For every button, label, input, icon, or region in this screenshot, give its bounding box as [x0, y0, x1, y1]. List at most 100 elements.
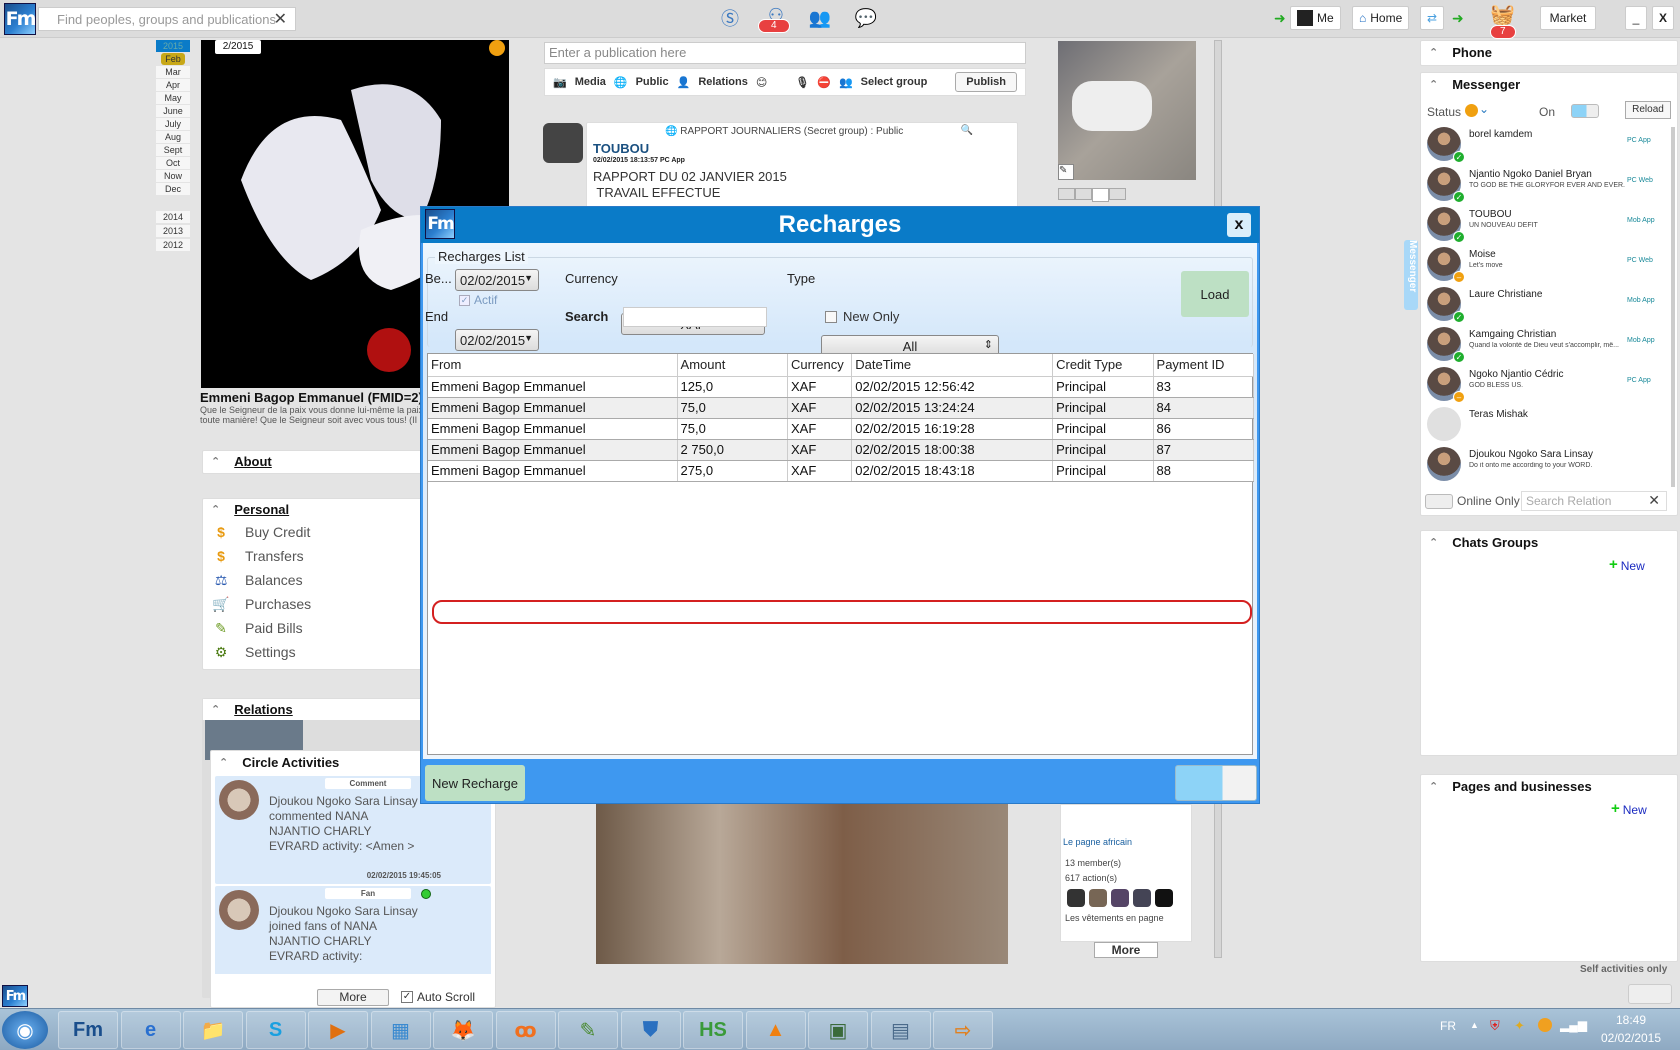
reload-button[interactable]: Reload [1625, 101, 1671, 119]
new-recharge-button[interactable]: New Recharge [425, 765, 525, 801]
timeline-month-sept[interactable]: Sept [156, 144, 190, 156]
feed-image[interactable] [596, 804, 1008, 964]
pager-dot-active[interactable] [1092, 188, 1109, 202]
actif-checkbox[interactable]: ✓ Actif [459, 293, 497, 307]
taskbar-xampp-icon[interactable]: ꝏ [495, 1011, 556, 1049]
column-header-datetime[interactable]: DateTime [851, 354, 1054, 377]
clock-time[interactable]: 18:49 [1606, 1013, 1656, 1027]
back-arrow-icon[interactable]: ➜ [1274, 10, 1286, 27]
online-toggle[interactable] [1571, 104, 1599, 118]
activity-avatar[interactable] [219, 890, 259, 930]
taskbar-editor-icon[interactable]: ✎ [558, 1011, 618, 1049]
feed-photo[interactable]: ✎ [1058, 41, 1196, 180]
group-icon[interactable]: 👥 [839, 76, 853, 89]
column-header-credit-type[interactable]: Credit Type [1052, 354, 1154, 377]
table-row[interactable]: Emmeni Bagop Emmanuel 75,0 XAF 02/02/2015 1… [428, 397, 1255, 419]
taskbar-fm-icon[interactable]: Fm [58, 1011, 118, 1049]
column-header-payment-id[interactable]: Payment ID [1153, 354, 1255, 377]
contact-avatar[interactable] [1427, 447, 1461, 481]
contact-item[interactable]: Teras Mishak [1423, 405, 1663, 445]
dialog-title-bar[interactable]: Fm Recharges x [421, 207, 1259, 243]
emoji-icon[interactable]: 😊 [756, 76, 767, 89]
contact-item[interactable]: ✓ Njantio Ngoko Daniel Bryan TO GOD BE THE… [1423, 165, 1663, 205]
new-only-checkbox[interactable]: New Only [825, 309, 899, 324]
timeline-year-2012[interactable]: 2012 [156, 239, 190, 251]
collapse-icon[interactable]: ⌃ [1429, 78, 1438, 91]
collapse-icon[interactable]: ⌃ [1429, 780, 1438, 793]
post-author[interactable]: TOUBOU [593, 141, 649, 156]
personal-menu-settings[interactable]: ⚙ Settings [203, 640, 421, 664]
personal-menu-transfers[interactable]: $ Transfers [203, 544, 421, 568]
personal-title[interactable]: Personal [234, 502, 289, 517]
clear-search-icon[interactable]: ✕ [1648, 492, 1660, 509]
taskbar-start-button[interactable]: ◉ [2, 1011, 48, 1049]
column-header-from[interactable]: From [428, 354, 678, 377]
collapse-icon[interactable]: ⌃ [211, 455, 220, 468]
block-icon[interactable]: ⛔ [817, 76, 831, 89]
skype-status-icon[interactable]: Ⓢ [716, 4, 744, 32]
checkbox-checked-icon[interactable]: ✓ [401, 991, 413, 1003]
contact-item[interactable]: ✓ Laure Christiane Mob App [1423, 285, 1663, 325]
market-button[interactable]: Market [1540, 6, 1596, 30]
table-row[interactable]: Emmeni Bagop Emmanuel 125,0 XAF 02/02/2015 … [428, 376, 1255, 398]
cart-icon[interactable]: 🧺 [1490, 2, 1515, 27]
pager-dot[interactable] [1058, 188, 1075, 200]
app-tray-icon[interactable] [1538, 1018, 1552, 1032]
taskbar-internet-explorer-icon[interactable]: e [120, 1011, 181, 1049]
timeline-month-oct[interactable]: Oct [156, 157, 190, 169]
timeline-month-dec[interactable]: Dec [156, 183, 190, 195]
contact-avatar[interactable] [1427, 407, 1461, 441]
collapse-icon[interactable]: ⌃ [1429, 46, 1438, 59]
taskbar-media-player-icon[interactable]: ▶ [308, 1011, 368, 1049]
auto-scroll-checkbox[interactable]: ✓ Auto Scroll [401, 990, 475, 1004]
chats-groups-header[interactable]: ⌃ Chats Groups [1421, 531, 1677, 554]
sync-button[interactable]: ⇄ [1420, 6, 1445, 30]
away-status-icon[interactable] [1465, 104, 1478, 117]
search-input[interactable] [623, 307, 767, 327]
activity-avatar[interactable] [219, 780, 259, 820]
dialog-toggle[interactable] [1175, 765, 1257, 801]
public-button[interactable]: Public [636, 76, 669, 88]
chat-icon[interactable]: 💬 [852, 4, 880, 32]
search-relation-input[interactable]: Search Relation ✕ [1521, 491, 1667, 511]
timeline-month-aug[interactable]: Aug [156, 131, 190, 143]
member-avatar[interactable] [1111, 889, 1129, 907]
publish-button[interactable]: Publish [955, 72, 1017, 92]
pager-dot[interactable] [1109, 188, 1126, 200]
clear-search-icon[interactable]: ✕ [274, 9, 287, 29]
end-date-picker[interactable]: 02/02/2015 ▼ [455, 329, 539, 351]
table-row[interactable]: Emmeni Bagop Emmanuel 275,0 XAF 02/02/2015 … [428, 460, 1255, 482]
post-group-label[interactable]: 🌐 RAPPORT JOURNALIERS (Secret group) : P… [665, 126, 903, 137]
collapse-icon[interactable]: ⌃ [211, 503, 220, 516]
forward-arrow-icon[interactable]: ➜ [1452, 10, 1464, 27]
member-avatar[interactable] [1089, 889, 1107, 907]
column-header-currency[interactable]: Currency [787, 354, 853, 377]
timeline-year-2013[interactable]: 2013 [156, 225, 190, 237]
collapse-icon[interactable]: ⌃ [1429, 536, 1438, 549]
timeline-month-july[interactable]: July [156, 118, 190, 130]
personal-header[interactable]: ⌃ Personal [203, 499, 421, 520]
member-avatar[interactable] [1133, 889, 1151, 907]
timeline-month-now[interactable]: Now [156, 170, 190, 182]
select-group-button[interactable]: Select group [861, 76, 928, 88]
media-button[interactable]: Media [575, 76, 606, 88]
taskbar-skype-icon[interactable]: S [245, 1011, 306, 1049]
messenger-header[interactable]: ⌃ Messenger [1421, 73, 1677, 96]
taskbar-monitor-icon[interactable]: ▣ [808, 1011, 868, 1049]
taskbar-hs-icon[interactable]: HS [683, 1011, 743, 1049]
new-chat-group-button[interactable]: + New [1609, 557, 1645, 573]
contact-item[interactable]: Djoukou Ngoko Sara Linsay Do it onto me a… [1423, 445, 1663, 485]
status-dropdown-icon[interactable]: ⌄ [1479, 102, 1489, 116]
taskbar-window-icon[interactable]: ▤ [870, 1011, 931, 1049]
search-post-icon[interactable]: 🔍 [961, 125, 973, 136]
online-only-toggle[interactable] [1425, 494, 1453, 509]
network-tray-icon[interactable]: ▂▄▆ [1560, 1018, 1587, 1032]
contact-item[interactable]: – Ngoko Njantio Cédric GOD BLESS US. PC App [1423, 365, 1663, 405]
table-row[interactable]: Emmeni Bagop Emmanuel 75,0 XAF 02/02/2015 1… [428, 418, 1255, 440]
new-page-button[interactable]: + New [1611, 801, 1647, 817]
timeline-year-2014[interactable]: 2014 [156, 211, 190, 223]
pages-more-button[interactable]: More [1094, 942, 1158, 958]
taskbar-vlc-icon[interactable]: ▲ [745, 1011, 806, 1049]
dialog-close-button[interactable]: x [1227, 213, 1251, 237]
minimize-button[interactable]: _ [1625, 6, 1647, 30]
